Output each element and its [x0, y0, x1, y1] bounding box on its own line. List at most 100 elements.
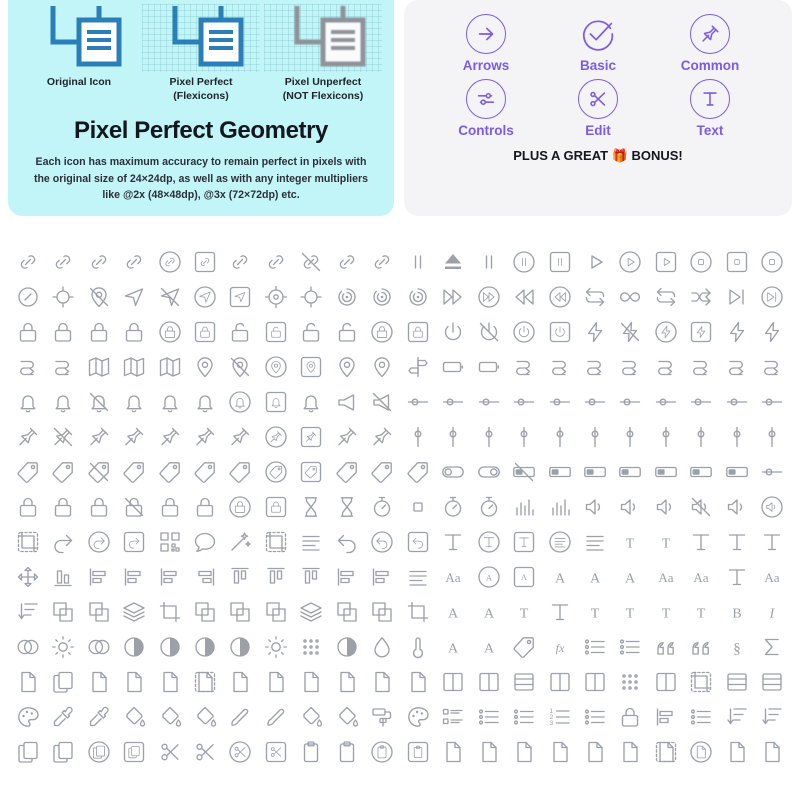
alarm-clock-icon[interactable]: [51, 495, 75, 519]
link-tilted-icon[interactable]: [122, 250, 146, 274]
pin-needle-tilt-icon[interactable]: [193, 425, 217, 449]
text-t-icon[interactable]: [441, 530, 465, 554]
volume-high-icon[interactable]: [618, 495, 642, 519]
slider-v-group-icon[interactable]: [548, 425, 572, 449]
category-controls[interactable]: Controls: [430, 79, 542, 138]
route-arrow-icon[interactable]: [654, 355, 678, 379]
rewind-circle-icon[interactable]: [548, 285, 572, 309]
link-sparkle-icon[interactable]: [335, 250, 359, 274]
navigation-off-icon[interactable]: [158, 285, 182, 309]
align-center-h-icon[interactable]: [122, 565, 146, 589]
link-chain-icon[interactable]: [87, 250, 111, 274]
tag-double-icon[interactable]: [51, 460, 75, 484]
shape-front-icon[interactable]: [335, 600, 359, 624]
file-fold-icon[interactable]: [228, 670, 252, 694]
slider-v-up-icon[interactable]: [725, 425, 749, 449]
tag-hand-icon[interactable]: [406, 460, 430, 484]
text-lowercase-icon[interactable]: T: [512, 600, 536, 624]
play-circle-icon[interactable]: [618, 250, 642, 274]
scissors-icon[interactable]: [158, 740, 182, 764]
bolt-off-icon[interactable]: [618, 320, 642, 344]
page-circle-icon[interactable]: [689, 740, 713, 764]
align-center-v-icon[interactable]: [87, 565, 111, 589]
unlock-square-icon[interactable]: [264, 320, 288, 344]
selection-dashed-icon[interactable]: [16, 530, 40, 554]
link-circle-icon[interactable]: [158, 250, 182, 274]
page-flag-icon[interactable]: [548, 740, 572, 764]
route-node-icon[interactable]: [689, 355, 713, 379]
crosshair-icon[interactable]: [51, 285, 75, 309]
slider-dense-icon[interactable]: [654, 390, 678, 414]
radar-icon[interactable]: [335, 285, 359, 309]
clock-icon[interactable]: [16, 495, 40, 519]
route-line-icon[interactable]: [548, 355, 572, 379]
align-bottom-icon[interactable]: [51, 565, 75, 589]
rewind-icon[interactable]: [512, 285, 536, 309]
map-pin-location-icon[interactable]: [158, 355, 182, 379]
bell-small-icon[interactable]: [122, 390, 146, 414]
layout-split-icon[interactable]: [725, 670, 749, 694]
sort-desc-icon[interactable]: [760, 705, 784, 729]
bell-tilt-icon[interactable]: [158, 390, 182, 414]
text-align-circle-icon[interactable]: [548, 530, 572, 554]
volume-plus-icon[interactable]: [725, 495, 749, 519]
text-a-square-icon[interactable]: A: [512, 565, 536, 589]
brightness-sun-icon[interactable]: [51, 635, 75, 659]
text-kern-icon[interactable]: Aa: [689, 565, 713, 589]
paint-brush-wide-icon[interactable]: [228, 705, 252, 729]
copy-square-icon[interactable]: [122, 740, 146, 764]
tag-vertical-icon[interactable]: [335, 460, 359, 484]
list-star-icon[interactable]: [583, 705, 607, 729]
bolt-circle-icon[interactable]: [654, 320, 678, 344]
slider-v-wide-icon[interactable]: [618, 425, 642, 449]
pause-circle-icon[interactable]: [512, 250, 536, 274]
text-bold-icon[interactable]: B: [725, 600, 749, 624]
bell-off-icon[interactable]: [87, 390, 111, 414]
pin-circle-icon[interactable]: [264, 355, 288, 379]
tag-icon[interactable]: [16, 460, 40, 484]
text-lines-icon[interactable]: [299, 530, 323, 554]
equalizer-icon[interactable]: [548, 495, 572, 519]
columns-three-icon[interactable]: [548, 670, 572, 694]
particles-icon[interactable]: [299, 635, 323, 659]
file-icon[interactable]: [16, 670, 40, 694]
slider-v-multi-icon[interactable]: [654, 425, 678, 449]
clock-square-icon[interactable]: [264, 495, 288, 519]
slider-dual-icon[interactable]: [477, 390, 501, 414]
text-a-up-icon[interactable]: A: [618, 565, 642, 589]
shape-copy-icon[interactable]: [87, 600, 111, 624]
eyedropper-icon[interactable]: [51, 705, 75, 729]
scissors-circle-icon[interactable]: [228, 740, 252, 764]
category-arrows[interactable]: Arrows: [430, 14, 542, 73]
text-underline-icon[interactable]: A: [477, 600, 501, 624]
tag-square-icon[interactable]: [299, 460, 323, 484]
text-a-circle-icon[interactable]: A: [477, 565, 501, 589]
shape-exclude-icon[interactable]: [264, 600, 288, 624]
paint-brush-icon[interactable]: [264, 705, 288, 729]
link-rounded-icon[interactable]: [228, 250, 252, 274]
text-document-icon[interactable]: [583, 530, 607, 554]
text-info-icon[interactable]: [760, 530, 784, 554]
bar-chart-icon[interactable]: [512, 495, 536, 519]
pin-person-icon[interactable]: [370, 355, 394, 379]
text-justify-icon[interactable]: [406, 565, 430, 589]
page-arrows-icon[interactable]: [583, 740, 607, 764]
clipboard-icon[interactable]: [335, 740, 359, 764]
slider-h-icon[interactable]: [406, 390, 430, 414]
pushpin-small-icon[interactable]: [122, 425, 146, 449]
play-square-icon[interactable]: [654, 250, 678, 274]
list-detail-icon[interactable]: [583, 635, 607, 659]
text-ligature-icon[interactable]: Aa: [760, 565, 784, 589]
volume-icon[interactable]: [583, 495, 607, 519]
layers-stack-icon[interactable]: [299, 600, 323, 624]
shape-subtract-icon[interactable]: [228, 600, 252, 624]
page-bracket-icon[interactable]: [760, 740, 784, 764]
columns-bars-icon[interactable]: [583, 670, 607, 694]
quote-ratio-icon[interactable]: [689, 635, 713, 659]
route-a-b-icon[interactable]: [16, 355, 40, 379]
tag-stack-icon[interactable]: [158, 460, 182, 484]
copy-circle-icon[interactable]: [87, 740, 111, 764]
lock-circle-icon[interactable]: [158, 320, 182, 344]
compass-icon[interactable]: [16, 285, 40, 309]
link-slash-icon[interactable]: [299, 250, 323, 274]
